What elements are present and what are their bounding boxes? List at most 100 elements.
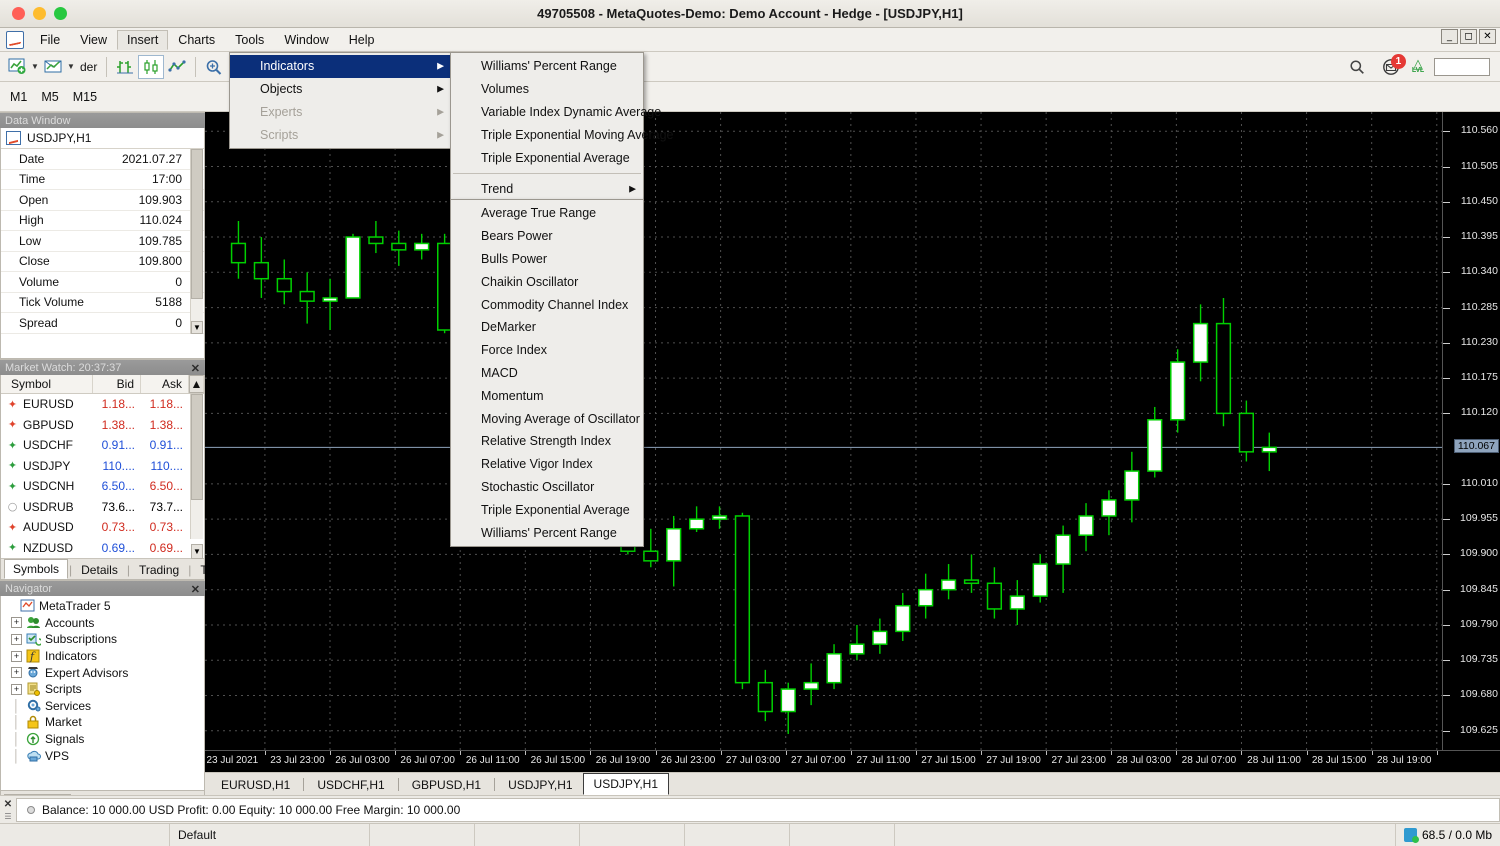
navigator-item-expert-advisors[interactable]: +Expert Advisors (1, 664, 204, 681)
menu-window[interactable]: Window (274, 30, 338, 50)
bar-chart-button[interactable] (112, 55, 138, 79)
column-header-ask[interactable]: Ask (141, 375, 189, 393)
new-chart-dropdown-caret[interactable]: ▼ (30, 55, 40, 79)
menu-item-variable-index-dynamic-average[interactable]: Variable Index Dynamic Average (451, 101, 643, 124)
menu-item-relative-strength-index[interactable]: Relative Strength Index (451, 430, 643, 453)
menu-item-trend[interactable]: Trend▶ (451, 178, 643, 201)
menu-item-williams-percent-range[interactable]: Williams' Percent Range (451, 521, 643, 544)
menu-item-relative-vigor-index[interactable]: Relative Vigor Index (451, 453, 643, 476)
expand-toggle-icon[interactable]: + (11, 684, 22, 695)
chart-canvas[interactable] (205, 112, 1442, 750)
market-watch-row[interactable]: ✦NZDUSD0.69...0.69... (1, 538, 204, 559)
scroll-down-arrow-icon[interactable]: ▼ (191, 321, 203, 334)
tab-symbols[interactable]: Symbols (4, 559, 68, 579)
tab-trading[interactable]: Trading (131, 561, 187, 579)
menu-item-demarker[interactable]: DeMarker (451, 316, 643, 339)
mdi-minimize-button[interactable]: _ (1441, 29, 1458, 44)
oscillators-submenu[interactable]: Average True RangeBears PowerBulls Power… (450, 199, 644, 547)
scrollbar-thumb[interactable] (191, 394, 203, 500)
scroll-up-arrow-icon[interactable]: ▲ (189, 375, 204, 393)
menu-item-volumes[interactable]: Volumes (451, 78, 643, 101)
mdi-restore-button[interactable]: ◻ (1460, 29, 1477, 44)
navigator-item-subscriptions[interactable]: +Subscriptions (1, 631, 204, 648)
navigator-item-market[interactable]: │Market (1, 714, 204, 731)
expand-toggle-icon[interactable]: + (11, 651, 22, 662)
expand-toggle-icon[interactable]: + (11, 634, 22, 645)
menu-help[interactable]: Help (339, 30, 385, 50)
menu-item-moving-average-of-oscillator[interactable]: Moving Average of Oscillator (451, 407, 643, 430)
market-watch-row[interactable]: ✦USDCNH6.50...6.50... (1, 476, 204, 497)
navigator-item-scripts[interactable]: +Scripts (1, 681, 204, 698)
navigator-item-metatrader-5[interactable]: MetaTrader 5 (1, 598, 204, 615)
column-header-symbol[interactable]: Symbol (1, 375, 93, 393)
network-traffic-indicator[interactable]: 68.5 / 0.0 Mb (1395, 824, 1500, 846)
menu-tools[interactable]: Tools (225, 30, 274, 50)
close-window-button[interactable] (12, 7, 25, 20)
candlestick-chart-button[interactable] (138, 55, 164, 79)
mdi-close-button[interactable]: ✕ (1479, 29, 1496, 44)
data-window-scrollbar[interactable]: ▼ (190, 149, 203, 334)
mailbox-button[interactable]: 1 (1380, 57, 1402, 77)
zoom-in-button[interactable] (201, 55, 227, 79)
chart-tab-usdjpy-2[interactable]: USDJPY,H1 (583, 773, 669, 795)
search-input[interactable] (1434, 58, 1490, 76)
chart-area[interactable]: 110.560110.505110.450110.395110.340110.2… (205, 112, 1500, 772)
scrollbar-thumb[interactable] (191, 149, 203, 299)
search-button[interactable] (1344, 55, 1370, 79)
chart-tab-eurusd[interactable]: EURUSD,H1 (211, 775, 300, 795)
menu-item-average-true-range[interactable]: Average True Range (451, 202, 643, 225)
timeframe-m5[interactable]: M5 (41, 90, 58, 104)
line-chart-button[interactable] (164, 55, 190, 79)
market-watch-row[interactable]: ✦GBPUSD1.38...1.38... (1, 415, 204, 436)
chart-tab-usdchf[interactable]: USDCHF,H1 (307, 775, 394, 795)
column-header-bid[interactable]: Bid (93, 375, 141, 393)
navigator-item-signals[interactable]: │Signals (1, 731, 204, 748)
market-watch-row[interactable]: ✦USDCHF0.91...0.91... (1, 435, 204, 456)
menu-file[interactable]: File (30, 30, 70, 50)
market-watch-row[interactable]: ✦EURUSD1.18...1.18... (1, 394, 204, 415)
close-icon[interactable]: ✕ (4, 799, 12, 810)
timeframe-m1[interactable]: M1 (10, 90, 27, 104)
market-watch-scrollbar[interactable]: ▼ (190, 394, 203, 539)
grip-icon[interactable]: ☰ (4, 812, 11, 821)
navigator-item-services[interactable]: │Services (1, 698, 204, 715)
menu-item-objects[interactable]: Objects ▶ (230, 78, 451, 101)
menu-view[interactable]: View (70, 30, 117, 50)
menu-item-chaikin-oscillator[interactable]: Chaikin Oscillator (451, 270, 643, 293)
menu-item-momentum[interactable]: Momentum (451, 384, 643, 407)
menu-item-bears-power[interactable]: Bears Power (451, 225, 643, 248)
market-watch-row[interactable]: ✦USDJPY110....110.... (1, 456, 204, 477)
market-watch-row[interactable]: ○USDRUB73.6...73.7... (1, 497, 204, 518)
new-order-button[interactable] (40, 55, 66, 79)
menu-item-williams-percent-range[interactable]: Williams' Percent Range (451, 55, 643, 78)
menu-insert[interactable]: Insert (117, 30, 168, 50)
menu-item-macd[interactable]: MACD (451, 362, 643, 385)
menu-item-stochastic-oscillator[interactable]: Stochastic Oscillator (451, 476, 643, 499)
price-axis[interactable]: 110.560110.505110.450110.395110.340110.2… (1442, 112, 1500, 750)
scroll-down-arrow-icon[interactable]: ▼ (191, 544, 203, 559)
timeframe-m15[interactable]: M15 (73, 90, 97, 104)
expand-toggle-icon[interactable]: + (11, 617, 22, 628)
menu-item-commodity-channel-index[interactable]: Commodity Channel Index (451, 293, 643, 316)
minimize-window-button[interactable] (33, 7, 46, 20)
menu-item-bulls-power[interactable]: Bulls Power (451, 248, 643, 271)
menu-item-triple-exponential-moving-average[interactable]: Triple Exponential Moving Average (451, 123, 643, 146)
new-chart-button[interactable] (4, 55, 30, 79)
time-axis[interactable]: 23 Jul 202123 Jul 23:0026 Jul 03:0026 Ju… (205, 750, 1500, 772)
tab-details[interactable]: Details (73, 561, 126, 579)
insert-dropdown-menu[interactable]: Indicators ▶ Objects ▶ Experts ▶ Scripts… (229, 52, 452, 149)
menu-item-triple-exponential-average[interactable]: Triple Exponential Average (451, 146, 643, 169)
menu-charts[interactable]: Charts (168, 30, 225, 50)
navigator-item-accounts[interactable]: +Accounts (1, 615, 204, 632)
expand-toggle-icon[interactable]: + (11, 667, 22, 678)
close-icon[interactable]: ✕ (191, 582, 200, 598)
menu-item-indicators[interactable]: Indicators ▶ (230, 55, 451, 78)
navigator-item-vps[interactable]: │VPS (1, 747, 204, 764)
market-watch-row[interactable]: ✦AUDUSD0.73...0.73... (1, 517, 204, 538)
menu-item-triple-exponential-average[interactable]: Triple Exponential Average (451, 498, 643, 521)
new-order-dropdown-caret[interactable]: ▼ (66, 55, 76, 79)
chart-tab-gbpusd[interactable]: GBPUSD,H1 (402, 775, 491, 795)
maximize-window-button[interactable] (54, 7, 67, 20)
lvl-signal-button[interactable]: △ LVL (1412, 60, 1424, 74)
chart-tab-usdjpy-1[interactable]: USDJPY,H1 (498, 775, 582, 795)
